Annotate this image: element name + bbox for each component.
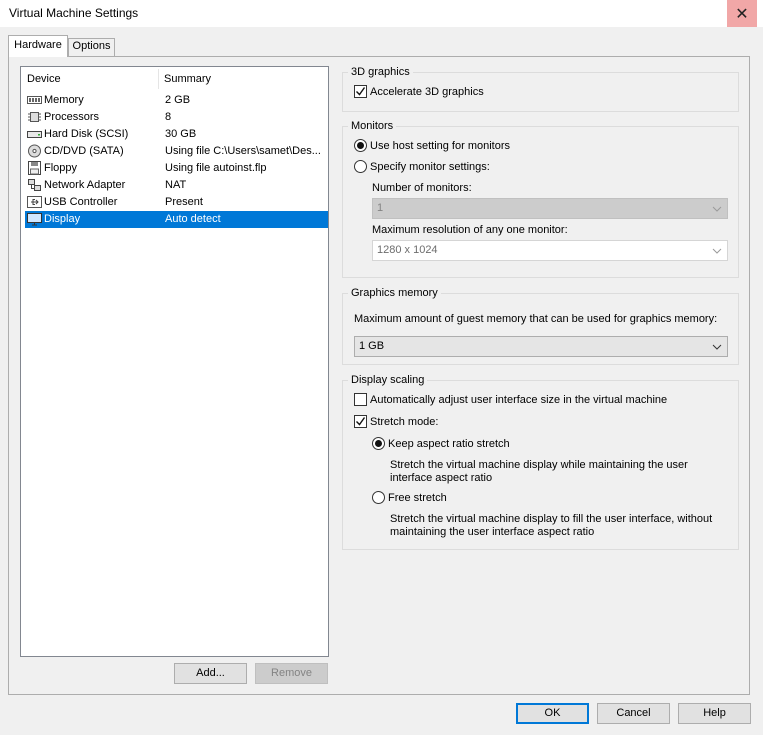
device-row-processors[interactable]: Processors 8	[25, 109, 328, 126]
processor-icon	[28, 112, 41, 122]
device-summary: 2 GB	[165, 94, 191, 106]
group-3d-graphics: 3D graphics Accelerate 3D graphics	[342, 66, 739, 112]
device-name: Memory	[44, 94, 84, 106]
column-header-device[interactable]: Device	[27, 73, 61, 85]
stretch-mode-label[interactable]: Stretch mode:	[370, 416, 438, 428]
device-summary: Present	[165, 196, 203, 208]
group-display-scaling: Display scaling Automatically adjust use…	[342, 374, 739, 550]
device-name: Hard Disk (SCSI)	[44, 128, 129, 140]
device-summary: Auto detect	[165, 213, 221, 225]
device-summary: Using file C:\Users\samet\Des...	[165, 145, 321, 157]
keep-aspect-ratio-description-line1: Stretch the virtual machine display whil…	[390, 459, 688, 471]
display-icon	[27, 213, 42, 226]
auto-adjust-label[interactable]: Automatically adjust user interface size…	[370, 394, 667, 406]
device-summary: Using file autoinst.flp	[165, 162, 267, 174]
free-stretch-description-line1: Stretch the virtual machine display to f…	[390, 513, 713, 525]
device-row-display[interactable]: Display Auto detect	[25, 211, 328, 228]
floppy-icon	[28, 161, 41, 175]
use-host-label[interactable]: Use host setting for monitors	[370, 140, 510, 152]
chevron-down-icon	[712, 344, 722, 350]
keep-aspect-ratio-description-line2: interface aspect ratio	[390, 472, 493, 484]
device-name: Processors	[44, 111, 100, 123]
tab-hardware[interactable]: Hardware	[8, 35, 68, 57]
device-name: USB Controller	[44, 196, 118, 208]
window-title: Virtual Machine Settings	[9, 6, 139, 20]
device-summary: NAT	[165, 179, 187, 191]
checkmark-icon	[356, 417, 366, 426]
specify-monitor-radio[interactable]	[354, 160, 367, 173]
device-row-memory[interactable]: Memory 2 GB	[25, 92, 328, 109]
ok-button[interactable]: OK	[516, 703, 589, 724]
graphics-memory-value: 1 GB	[359, 340, 385, 352]
group-label-3d-graphics: 3D graphics	[348, 66, 413, 78]
device-name: CD/DVD (SATA)	[44, 145, 124, 157]
graphics-memory-description: Maximum amount of guest memory that can …	[354, 313, 718, 325]
group-monitors: Monitors Use host setting for monitors S…	[342, 120, 739, 278]
device-name: Network Adapter	[44, 179, 126, 191]
device-row-network-adapter[interactable]: Network Adapter NAT	[25, 177, 328, 194]
device-row-hard-disk[interactable]: Hard Disk (SCSI) 30 GB	[25, 126, 328, 143]
device-row-cd-dvd[interactable]: CD/DVD (SATA) Using file C:\Users\samet\…	[25, 143, 328, 160]
cancel-button[interactable]: Cancel	[597, 703, 670, 724]
keep-aspect-ratio-radio[interactable]	[372, 437, 385, 450]
group-label-graphics-memory: Graphics memory	[348, 287, 441, 299]
group-label-monitors: Monitors	[348, 120, 397, 132]
max-resolution-value: 1280 x 1024	[377, 244, 438, 256]
free-stretch-label[interactable]: Free stretch	[388, 492, 447, 504]
list-header: Device Summary	[21, 67, 328, 92]
max-resolution-select[interactable]: 1280 x 1024	[372, 240, 728, 261]
cd-dvd-icon	[28, 144, 41, 158]
title-bar: Virtual Machine Settings ✕	[0, 0, 763, 27]
usb-icon	[27, 196, 42, 208]
close-button[interactable]: ✕	[727, 0, 757, 27]
max-resolution-label: Maximum resolution of any one monitor:	[372, 224, 568, 236]
accelerate-3d-label[interactable]: Accelerate 3D graphics	[370, 86, 484, 98]
device-list[interactable]: Device Summary Memory 2 GB Processors 8 …	[20, 66, 329, 657]
use-host-radio[interactable]	[354, 139, 367, 152]
stretch-mode-checkbox[interactable]	[354, 415, 367, 428]
auto-adjust-checkbox[interactable]	[354, 393, 367, 406]
chevron-down-icon	[712, 248, 722, 254]
number-of-monitors-select[interactable]: 1	[372, 198, 728, 219]
device-summary: 30 GB	[165, 128, 197, 140]
close-icon: ✕	[735, 5, 749, 23]
number-of-monitors-label: Number of monitors:	[372, 182, 472, 194]
specify-monitor-label[interactable]: Specify monitor settings:	[370, 161, 490, 173]
accelerate-3d-checkbox[interactable]	[354, 85, 367, 98]
memory-icon	[27, 96, 42, 104]
network-adapter-icon	[28, 179, 41, 191]
free-stretch-radio[interactable]	[372, 491, 385, 504]
group-graphics-memory: Graphics memory Maximum amount of guest …	[342, 287, 739, 365]
number-of-monitors-value: 1	[377, 202, 384, 214]
hard-disk-icon	[27, 131, 42, 138]
group-label-display-scaling: Display scaling	[348, 374, 428, 386]
tab-options[interactable]: Options	[68, 38, 115, 56]
keep-aspect-ratio-label[interactable]: Keep aspect ratio stretch	[388, 438, 510, 450]
device-name: Floppy	[44, 162, 78, 174]
free-stretch-description-line2: maintaining the user interface aspect ra…	[390, 526, 595, 538]
device-row-floppy[interactable]: Floppy Using file autoinst.flp	[25, 160, 328, 177]
device-summary: 8	[165, 111, 172, 123]
device-row-usb-controller[interactable]: USB Controller Present	[25, 194, 328, 211]
device-name: Display	[44, 213, 81, 225]
remove-button[interactable]: Remove	[255, 663, 328, 684]
add-button[interactable]: Add...	[174, 663, 247, 684]
column-header-summary[interactable]: Summary	[164, 73, 211, 85]
chevron-down-icon	[712, 206, 722, 212]
help-button[interactable]: Help	[678, 703, 751, 724]
checkmark-icon	[356, 87, 366, 96]
graphics-memory-select[interactable]: 1 GB	[354, 336, 728, 357]
column-separator[interactable]	[158, 69, 159, 89]
